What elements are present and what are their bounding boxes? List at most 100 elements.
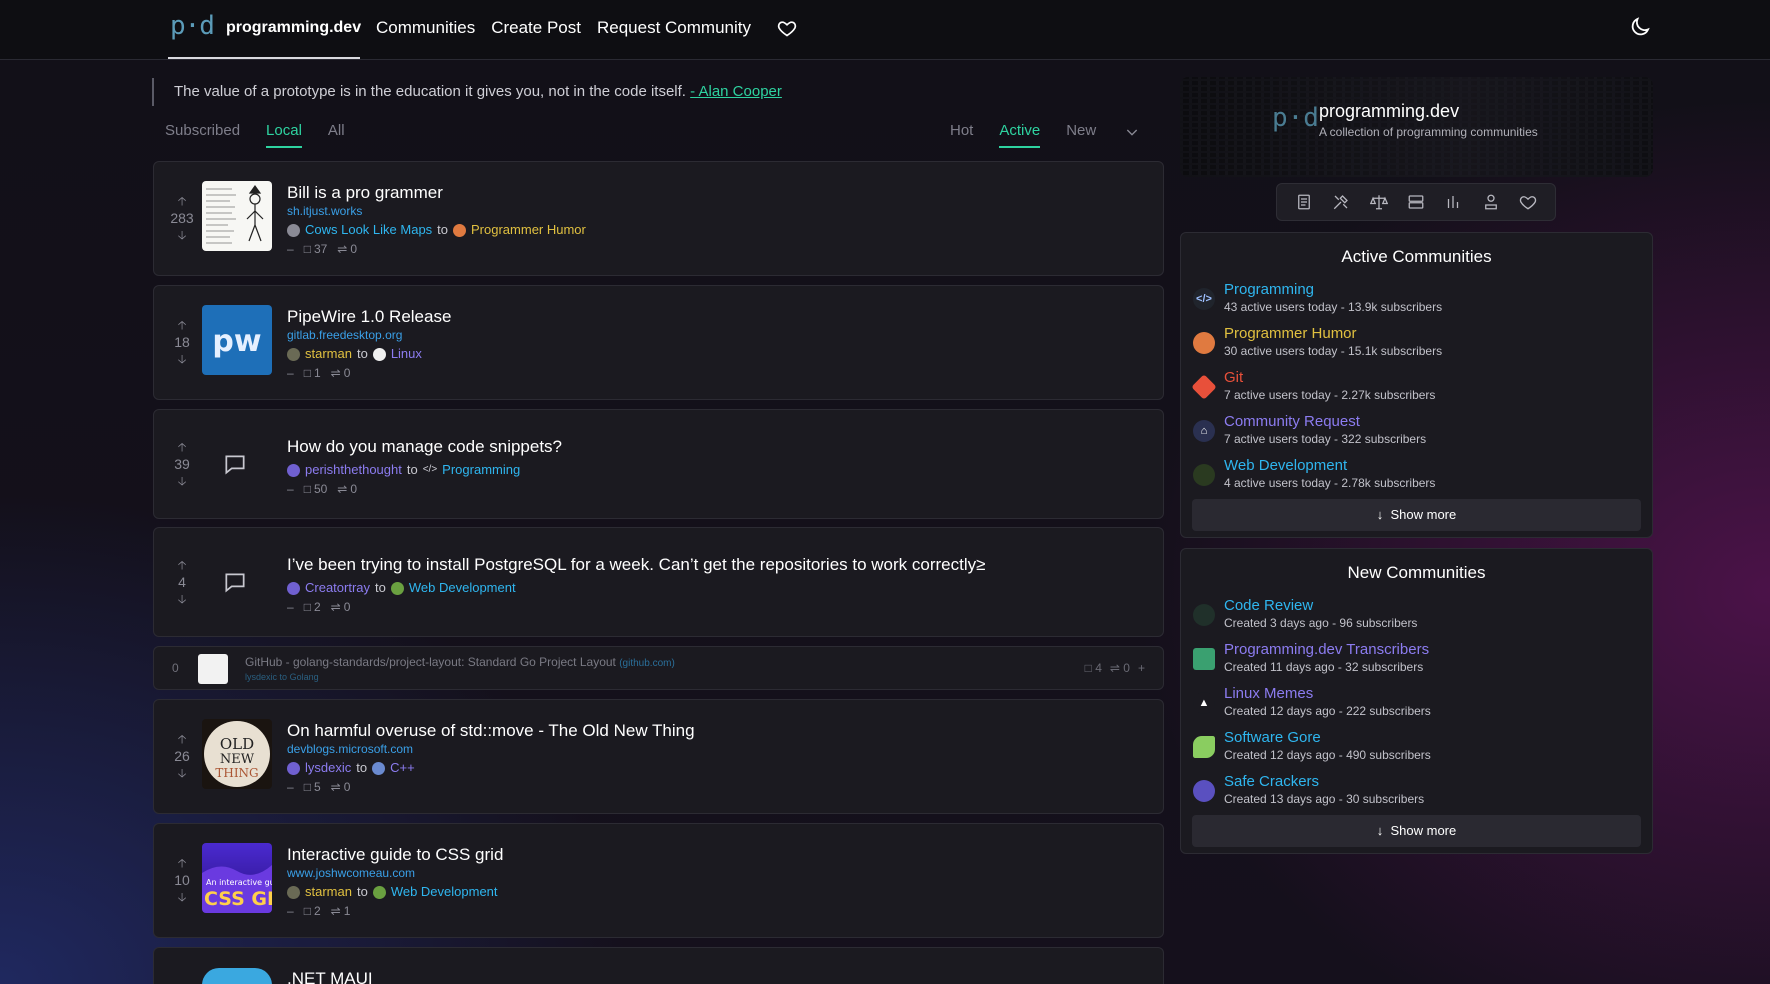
- community-name-link[interactable]: Git: [1224, 369, 1243, 386]
- community-name-link[interactable]: Programming.dev Transcribers: [1224, 641, 1429, 658]
- upvote-arrow-icon[interactable]: 🡡: [166, 856, 198, 870]
- tools-icon[interactable]: [1330, 191, 1352, 213]
- post-community-link[interactable]: Golang: [290, 672, 319, 682]
- donate-heart-icon[interactable]: [777, 17, 799, 39]
- downvote-arrow-icon[interactable]: 🡣: [166, 352, 198, 366]
- community-name-link[interactable]: Safe Crackers: [1224, 773, 1319, 790]
- sort-active[interactable]: Active: [999, 122, 1041, 148]
- community-item[interactable]: </> Programming 43 active users today - …: [1193, 277, 1652, 321]
- nav-communities-link[interactable]: Communities: [376, 18, 475, 38]
- tab-subscribed[interactable]: Subscribed: [165, 122, 240, 148]
- community-name-link[interactable]: Community Request: [1224, 413, 1360, 430]
- community-item[interactable]: Web Development 4 active users today - 2…: [1193, 453, 1652, 497]
- downvote-arrow-icon[interactable]: 🡣: [166, 890, 198, 904]
- post-thumbnail[interactable]: An interactive gui CSS GR: [202, 843, 272, 913]
- post-domain-link[interactable]: sh.itjust.works: [287, 204, 1143, 218]
- crosspost-link[interactable]: ⇌ 0: [331, 600, 351, 614]
- upvote-arrow-icon[interactable]: 🡡: [166, 194, 198, 208]
- post-title-link[interactable]: I’ve been trying to install PostgreSQL f…: [287, 554, 1143, 576]
- nav-create-post-link[interactable]: Create Post: [491, 18, 581, 38]
- post-title-link[interactable]: Interactive guide to CSS grid: [287, 844, 1143, 866]
- post-author-link[interactable]: starman: [305, 882, 352, 902]
- post-domain-link[interactable]: (github.com): [619, 658, 675, 669]
- post-actions-dash[interactable]: –: [287, 366, 294, 380]
- text-post-comment-icon[interactable]: [222, 569, 252, 599]
- crosspost-link[interactable]: ⇌ 0: [337, 242, 357, 256]
- post-community-link[interactable]: Web Development: [409, 578, 516, 598]
- crosspost-link[interactable]: ⇌ 1: [331, 904, 351, 918]
- comments-link[interactable]: □ 4: [1085, 661, 1102, 675]
- community-item[interactable]: Software Gore Created 12 days ago - 490 …: [1193, 725, 1652, 769]
- server-icon[interactable]: [1405, 191, 1427, 213]
- post-domain-link[interactable]: gitlab.freedesktop.org: [287, 328, 1143, 342]
- community-item[interactable]: Git 7 active users today - 2.27k subscri…: [1191, 365, 1652, 409]
- post-author-link[interactable]: starman: [305, 344, 352, 364]
- post-community-link[interactable]: Linux: [391, 344, 422, 364]
- expand-plus-button[interactable]: +: [1138, 661, 1145, 675]
- downvote-arrow-icon[interactable]: 🡣: [166, 592, 198, 606]
- comments-link[interactable]: □ 5: [304, 780, 321, 794]
- document-icon[interactable]: [1293, 191, 1315, 213]
- post-community-link[interactable]: Programming: [442, 460, 520, 480]
- post-title-link[interactable]: GitHub - golang-standards/project-layout…: [245, 655, 675, 669]
- community-item[interactable]: Programming.dev Transcribers Created 11 …: [1193, 637, 1652, 681]
- post-thumbnail[interactable]: [198, 654, 228, 684]
- crosspost-link[interactable]: ⇌ 0: [331, 780, 351, 794]
- post-author-link[interactable]: perishthethought: [305, 460, 402, 480]
- comments-link[interactable]: □ 37: [304, 242, 328, 256]
- post-community-link[interactable]: C++: [390, 758, 415, 778]
- post-community-link[interactable]: Web Development: [391, 882, 498, 902]
- bar-chart-icon[interactable]: [1442, 191, 1464, 213]
- post-title-link[interactable]: On harmful overuse of std::move - The Ol…: [287, 720, 1143, 742]
- community-name-link[interactable]: Web Development: [1224, 457, 1347, 474]
- downvote-arrow-icon[interactable]: 🡣: [166, 474, 198, 488]
- community-item[interactable]: Safe Crackers Created 13 days ago - 30 s…: [1193, 769, 1652, 813]
- crosspost-link[interactable]: ⇌ 0: [1110, 661, 1130, 675]
- post-thumbnail[interactable]: [202, 181, 272, 251]
- comments-link[interactable]: □ 2: [304, 904, 321, 918]
- legal-scale-icon[interactable]: [1368, 191, 1390, 213]
- comments-link[interactable]: □ 1: [304, 366, 321, 380]
- post-title-link[interactable]: How do you manage code snippets?: [287, 436, 1143, 458]
- post-domain-link[interactable]: devblogs.microsoft.com: [287, 742, 1143, 756]
- dark-mode-moon-icon[interactable]: [1628, 15, 1654, 41]
- brand-link[interactable]: p·d programming.dev: [170, 10, 361, 60]
- nav-request-community-link[interactable]: Request Community: [597, 18, 751, 38]
- text-post-comment-icon[interactable]: [222, 451, 252, 481]
- community-item[interactable]: Code Review Created 3 days ago - 96 subs…: [1193, 593, 1652, 637]
- sort-hot[interactable]: Hot: [950, 122, 973, 146]
- community-item[interactable]: Programmer Humor 30 active users today -…: [1193, 321, 1652, 365]
- post-author-link[interactable]: lysdexic: [245, 672, 277, 682]
- community-name-link[interactable]: Linux Memes: [1224, 685, 1313, 702]
- tab-local[interactable]: Local: [266, 122, 302, 148]
- community-name-link[interactable]: Programmer Humor: [1224, 325, 1357, 342]
- post-actions-dash[interactable]: –: [287, 482, 294, 496]
- upvote-arrow-icon[interactable]: 🡡: [166, 318, 198, 332]
- community-name-link[interactable]: Software Gore: [1224, 729, 1321, 746]
- post-thumbnail[interactable]: [202, 968, 272, 984]
- sort-new[interactable]: New: [1066, 122, 1096, 146]
- post-author-link[interactable]: Cows Look Like Maps: [305, 220, 432, 240]
- post-actions-dash[interactable]: –: [287, 600, 294, 614]
- post-author-link[interactable]: lysdexic: [305, 758, 351, 778]
- post-actions-dash[interactable]: –: [287, 780, 294, 794]
- post-thumbnail[interactable]: pw: [202, 305, 272, 375]
- post-actions-dash[interactable]: –: [287, 242, 294, 256]
- community-item[interactable]: ▲ Linux Memes Created 12 days ago - 222 …: [1193, 681, 1652, 725]
- crosspost-link[interactable]: ⇌ 0: [331, 366, 351, 380]
- community-item[interactable]: ⌂ Community Request 7 active users today…: [1193, 409, 1652, 453]
- post-thumbnail[interactable]: OLD NEW THING: [202, 719, 272, 789]
- upvote-arrow-icon[interactable]: 🡡: [166, 440, 198, 454]
- sort-more-chevron-down-icon[interactable]: [1124, 124, 1140, 140]
- tab-all[interactable]: All: [328, 122, 345, 148]
- crosspost-link[interactable]: ⇌ 0: [337, 482, 357, 496]
- new-communities-show-more-button[interactable]: ↓ Show more: [1192, 815, 1641, 847]
- post-community-link[interactable]: Programmer Humor: [471, 220, 586, 240]
- comments-link[interactable]: □ 2: [304, 600, 321, 614]
- upvote-arrow-icon[interactable]: 🡡: [166, 558, 198, 572]
- active-communities-show-more-button[interactable]: ↓ Show more: [1192, 499, 1641, 531]
- downvote-arrow-icon[interactable]: 🡣: [166, 766, 198, 780]
- comments-link[interactable]: □ 50: [304, 482, 328, 496]
- community-name-link[interactable]: Code Review: [1224, 597, 1313, 614]
- tagline-author-link[interactable]: - Alan Cooper: [690, 83, 782, 100]
